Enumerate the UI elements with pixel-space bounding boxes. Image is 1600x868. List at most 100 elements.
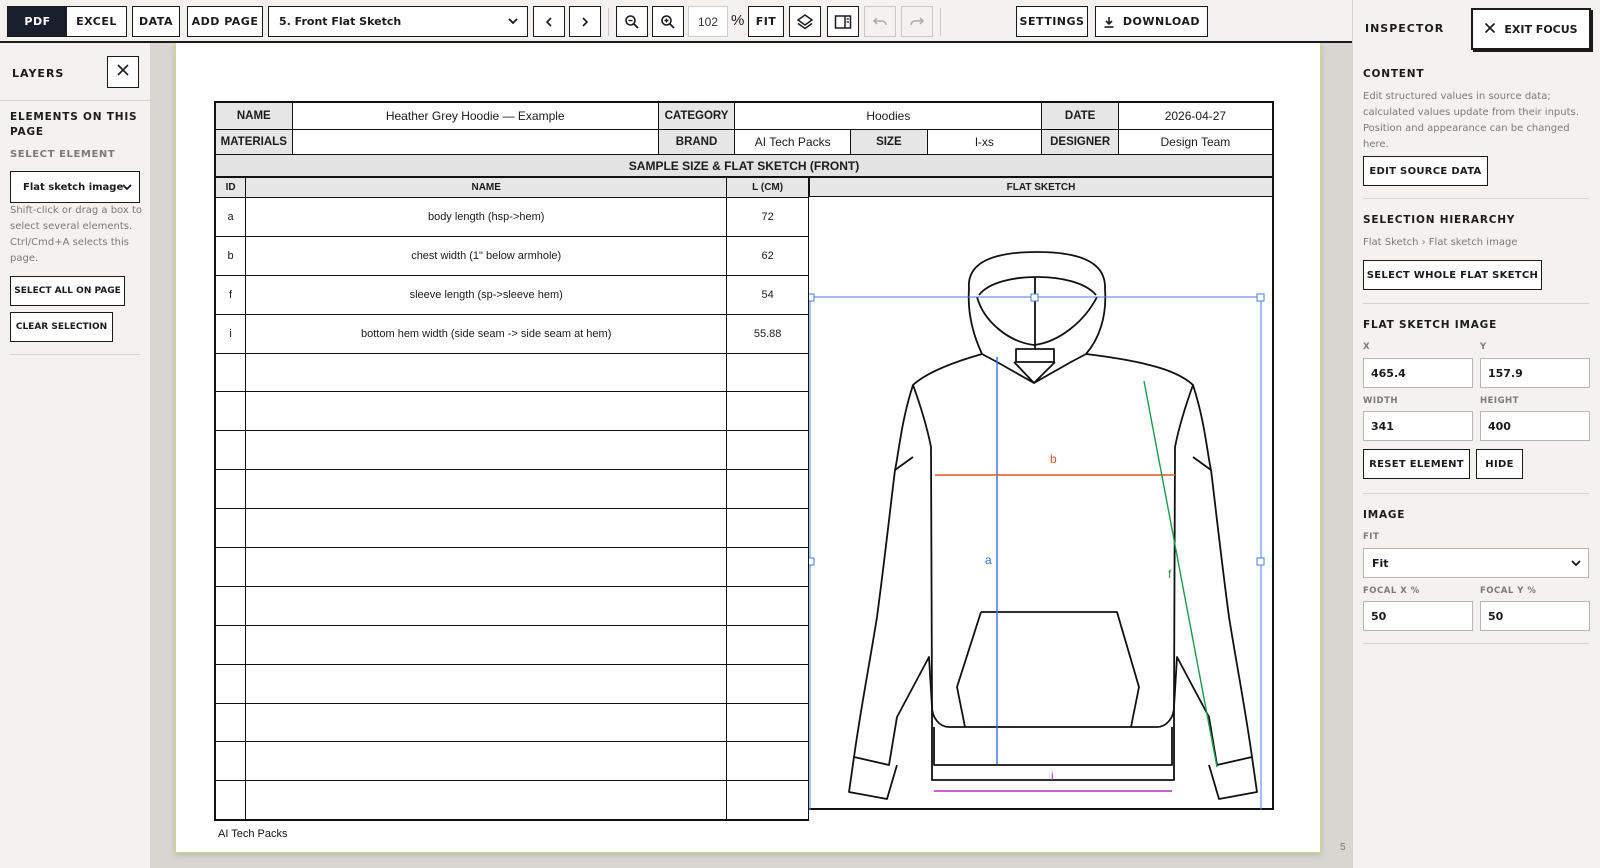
select-all-button[interactable]: SELECT ALL ON PAGE bbox=[10, 276, 125, 306]
row-length[interactable] bbox=[726, 547, 809, 587]
row-name[interactable]: body length (hsp->hem) bbox=[245, 197, 728, 237]
row-length[interactable] bbox=[726, 430, 809, 471]
row-length[interactable] bbox=[726, 585, 809, 626]
designer-value[interactable]: Design Team bbox=[1117, 128, 1274, 157]
inspector-toggle-button[interactable] bbox=[827, 6, 859, 37]
table-row[interactable] bbox=[214, 663, 809, 704]
row-name[interactable] bbox=[245, 663, 728, 704]
row-id[interactable] bbox=[214, 469, 247, 510]
zoom-input[interactable]: 102 bbox=[688, 6, 728, 37]
table-row[interactable] bbox=[214, 780, 809, 821]
fit-select[interactable]: Fit bbox=[1363, 548, 1589, 578]
settings-button[interactable]: SETTINGS bbox=[1016, 6, 1088, 37]
table-row[interactable]: a body length (hsp->hem) 72 bbox=[214, 197, 809, 237]
table-row[interactable] bbox=[214, 469, 809, 510]
row-name[interactable] bbox=[245, 547, 728, 587]
row-length[interactable] bbox=[726, 741, 809, 782]
row-length[interactable] bbox=[726, 352, 809, 393]
row-length[interactable] bbox=[726, 780, 809, 821]
row-name[interactable]: chest width (1" below armhole) bbox=[245, 235, 728, 276]
row-id[interactable] bbox=[214, 547, 247, 587]
focal-x-input[interactable]: 50 bbox=[1363, 601, 1473, 631]
row-length[interactable]: 72 bbox=[726, 197, 809, 237]
row-length[interactable]: 62 bbox=[726, 235, 809, 276]
row-name[interactable] bbox=[245, 780, 728, 821]
table-row[interactable] bbox=[214, 702, 809, 743]
table-row[interactable] bbox=[214, 352, 809, 393]
row-id[interactable]: b bbox=[214, 235, 247, 276]
row-id[interactable]: f bbox=[214, 274, 247, 315]
layers-toggle-button[interactable] bbox=[789, 6, 821, 37]
canvas[interactable]: NAME Heather Grey Hoodie — Example CATEG… bbox=[151, 43, 1352, 868]
height-input[interactable]: 400 bbox=[1480, 411, 1590, 441]
edit-source-data-button[interactable]: EDIT SOURCE DATA bbox=[1363, 156, 1488, 186]
date-value[interactable]: 2026-04-27 bbox=[1117, 101, 1274, 130]
name-value[interactable]: Heather Grey Hoodie — Example bbox=[291, 101, 659, 130]
page-select[interactable]: 5. Front Flat Sketch bbox=[268, 6, 528, 37]
clear-selection-button[interactable]: CLEAR SELECTION bbox=[10, 312, 113, 342]
row-length[interactable] bbox=[726, 391, 809, 432]
row-name[interactable]: sleeve length (sp->sleeve hem) bbox=[245, 274, 728, 315]
row-id[interactable] bbox=[214, 741, 247, 782]
row-name[interactable] bbox=[245, 430, 728, 471]
size-value[interactable]: l-xs bbox=[926, 128, 1043, 157]
row-length[interactable] bbox=[726, 624, 809, 665]
category-value[interactable]: Hoodies bbox=[734, 101, 1043, 130]
table-row[interactable] bbox=[214, 585, 809, 626]
row-id[interactable] bbox=[214, 508, 247, 549]
data-button[interactable]: DATA bbox=[132, 6, 180, 37]
row-name[interactable] bbox=[245, 391, 728, 432]
row-length[interactable] bbox=[726, 469, 809, 510]
page[interactable]: NAME Heather Grey Hoodie — Example CATEG… bbox=[175, 43, 1321, 853]
flat-sketch-image[interactable]: a b f i bbox=[809, 197, 1274, 810]
row-id[interactable] bbox=[214, 624, 247, 665]
row-id[interactable] bbox=[214, 702, 247, 743]
row-id[interactable] bbox=[214, 663, 247, 704]
row-name[interactable] bbox=[245, 469, 728, 510]
excel-tab[interactable]: EXCEL bbox=[67, 7, 126, 36]
table-row[interactable] bbox=[214, 430, 809, 471]
previous-page-button[interactable] bbox=[533, 6, 565, 37]
row-length[interactable] bbox=[726, 702, 809, 743]
row-id[interactable] bbox=[214, 585, 247, 626]
row-id[interactable] bbox=[214, 780, 247, 821]
row-name[interactable] bbox=[245, 741, 728, 782]
row-length[interactable]: 55.88 bbox=[726, 313, 809, 354]
row-id[interactable] bbox=[214, 391, 247, 432]
select-whole-flat-sketch-button[interactable]: SELECT WHOLE FLAT SKETCH bbox=[1363, 260, 1542, 290]
table-row[interactable] bbox=[214, 508, 809, 549]
row-length[interactable] bbox=[726, 508, 809, 549]
table-row[interactable]: f sleeve length (sp->sleeve hem) 54 bbox=[214, 274, 809, 315]
table-row[interactable] bbox=[214, 741, 809, 782]
row-name[interactable] bbox=[245, 585, 728, 626]
materials-value[interactable] bbox=[291, 128, 659, 157]
redo-button[interactable] bbox=[901, 6, 933, 37]
close-layers-button[interactable] bbox=[107, 56, 139, 88]
row-id[interactable]: a bbox=[214, 197, 247, 237]
focal-y-input[interactable]: 50 bbox=[1480, 601, 1590, 631]
row-length[interactable]: 54 bbox=[726, 274, 809, 315]
row-name[interactable] bbox=[245, 508, 728, 549]
element-select[interactable]: Flat sketch image bbox=[10, 171, 140, 203]
table-row[interactable] bbox=[214, 391, 809, 432]
hide-button[interactable]: HIDE bbox=[1476, 449, 1523, 479]
exit-focus-button[interactable]: EXIT FOCUS bbox=[1471, 8, 1591, 50]
table-row[interactable]: b chest width (1" below armhole) 62 bbox=[214, 235, 809, 276]
table-row[interactable] bbox=[214, 547, 809, 587]
row-length[interactable] bbox=[726, 663, 809, 704]
row-name[interactable] bbox=[245, 352, 728, 393]
row-name[interactable] bbox=[245, 702, 728, 743]
brand-value[interactable]: AI Tech Packs bbox=[734, 128, 852, 157]
table-row[interactable] bbox=[214, 624, 809, 665]
download-button[interactable]: DOWNLOAD bbox=[1095, 6, 1208, 37]
row-name[interactable] bbox=[245, 624, 728, 665]
pdf-tab[interactable]: PDF bbox=[8, 7, 67, 36]
row-name[interactable]: bottom hem width (side seam -> side seam… bbox=[245, 313, 728, 354]
fit-button[interactable]: FIT bbox=[748, 6, 784, 37]
reset-element-button[interactable]: RESET ELEMENT bbox=[1363, 449, 1470, 479]
next-page-button[interactable] bbox=[569, 6, 601, 37]
selection-box[interactable] bbox=[809, 293, 1265, 810]
row-id[interactable]: i bbox=[214, 313, 247, 354]
zoom-out-button[interactable] bbox=[616, 6, 648, 37]
width-input[interactable]: 341 bbox=[1363, 411, 1473, 441]
